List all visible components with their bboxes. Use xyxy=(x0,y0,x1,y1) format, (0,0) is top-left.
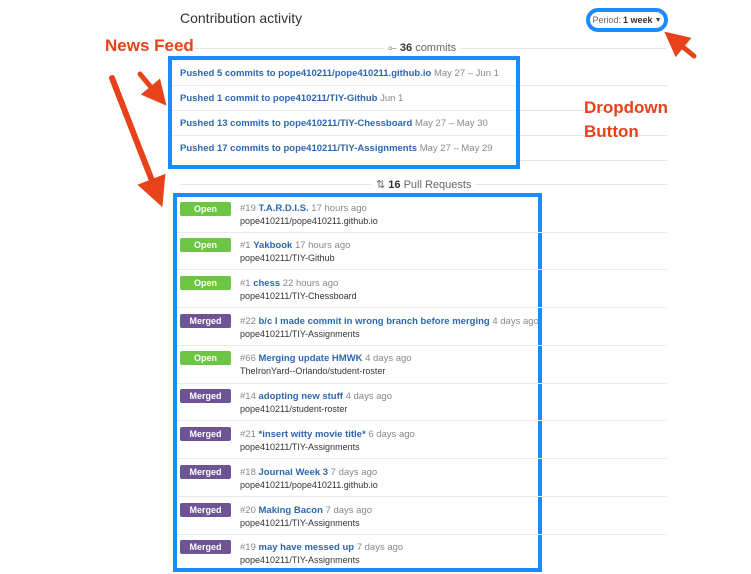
arrow-icon xyxy=(664,31,697,59)
annotation-arrows xyxy=(109,31,697,208)
arrow-icon xyxy=(109,75,166,208)
arrow-icon xyxy=(137,71,167,106)
